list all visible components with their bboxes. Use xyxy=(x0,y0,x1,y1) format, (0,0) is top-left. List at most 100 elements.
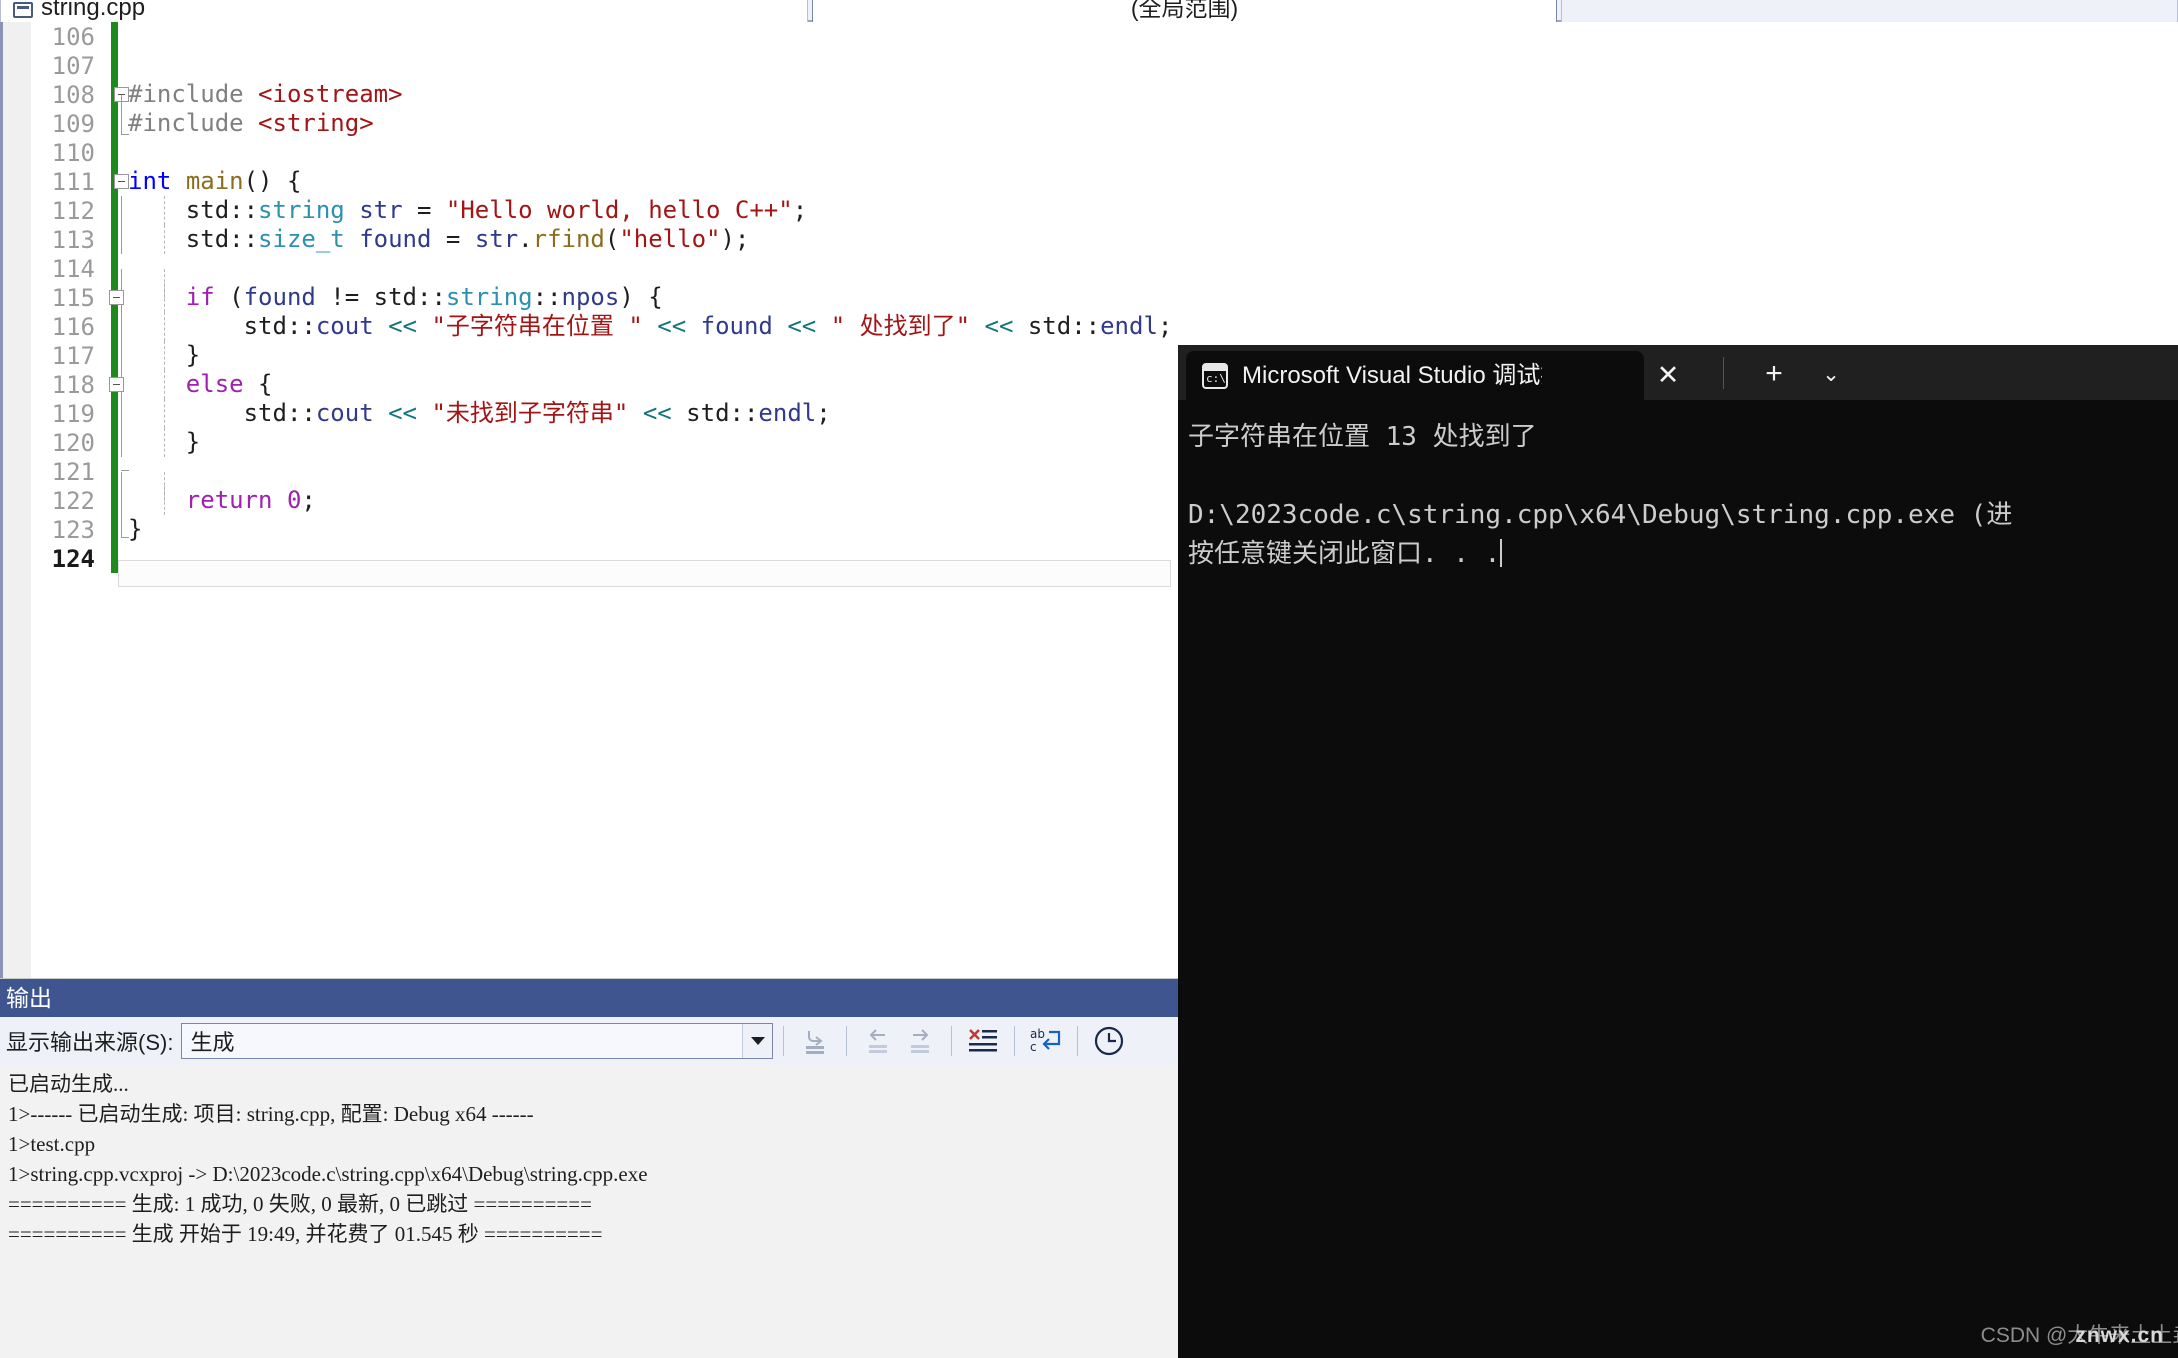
code-line[interactable]: 118 else { xyxy=(31,370,1178,399)
code-line[interactable]: 122 return 0; xyxy=(31,486,1178,515)
document-tab-string-cpp[interactable]: string.cpp xyxy=(0,0,808,22)
clear-all-icon[interactable] xyxy=(962,1022,1004,1060)
console-line: D:\2023code.c\string.cpp\x64\Debug\strin… xyxy=(1188,500,2013,530)
code-line[interactable]: 113 std::size_t found = str.rfind("hello… xyxy=(31,225,1178,254)
toggle-word-wrap-icon[interactable]: ab c xyxy=(1025,1022,1067,1060)
document-tab-label: string.cpp xyxy=(41,0,146,21)
toolbar-separator xyxy=(1077,1026,1079,1056)
code-line[interactable]: 119 std::cout << "未找到子字符串" << std::endl; xyxy=(31,399,1178,428)
toolbar-separator xyxy=(846,1026,848,1056)
code-line[interactable]: 107 xyxy=(31,51,1178,80)
chevron-down-icon[interactable] xyxy=(742,1024,773,1058)
change-bar xyxy=(111,196,118,225)
indent-guide xyxy=(164,225,165,254)
indent-guide xyxy=(164,428,165,457)
toolbar-separator xyxy=(951,1026,953,1056)
code-text: } xyxy=(118,428,1178,457)
code-line[interactable]: 115 if (found != std::string::npos) { xyxy=(31,283,1178,312)
console-tab[interactable]: Microsoft Visual Studio 调试控 xyxy=(1186,351,1644,400)
debug-console-window[interactable]: Microsoft Visual Studio 调试控 ✕ + ⌄ 子字符串在位… xyxy=(1178,345,2178,1358)
change-bar xyxy=(111,544,118,573)
code-text: else { xyxy=(109,370,1178,399)
code-line[interactable]: 110 xyxy=(31,138,1178,167)
output-pane-toolbar: 显示输出来源(S): 生成 ab c xyxy=(0,1017,1178,1065)
region-guide-line xyxy=(121,196,122,225)
chevron-down-icon[interactable]: ⌄ xyxy=(1810,355,1852,393)
output-line: 1>string.cpp.vcxproj -> D:\2023code.c\st… xyxy=(8,1162,648,1186)
change-bar xyxy=(111,486,118,515)
code-line[interactable]: 121 xyxy=(31,457,1178,501)
code-line[interactable]: 114 xyxy=(31,254,1178,298)
code-line[interactable]: 112 std::string str = "Hello world, hell… xyxy=(31,196,1178,225)
watermark-secondary: znwx.cn xyxy=(2075,1324,2164,1347)
close-icon[interactable]: ✕ xyxy=(1650,358,1686,392)
code-text: #include <string> xyxy=(118,95,1178,138)
region-guide-mark xyxy=(121,469,129,471)
code-text: std::cout << "子字符串在位置 " << found << " 处找… xyxy=(118,312,1178,341)
code-text: std::size_t found = str.rfind("hello"); xyxy=(118,225,1178,254)
change-bar xyxy=(111,109,118,138)
toolbar-separator xyxy=(783,1026,785,1056)
code-text: std::cout << "未找到子字符串" << std::endl; xyxy=(118,399,1178,428)
code-line[interactable]: 117 } xyxy=(31,341,1178,370)
show-timestamps-icon[interactable] xyxy=(1088,1022,1130,1060)
region-guide-line xyxy=(121,95,122,135)
change-bar xyxy=(111,428,118,457)
region-guide-line xyxy=(121,515,122,537)
region-guide-end xyxy=(121,537,129,538)
line-number: 113 xyxy=(51,225,95,254)
navigate-forward-icon[interactable] xyxy=(899,1022,941,1060)
code-line[interactable]: 108 #include <iostream> xyxy=(31,80,1178,109)
editor-gutter xyxy=(3,22,31,978)
output-source-dropdown[interactable]: 生成 xyxy=(181,1023,774,1059)
region-guide-end xyxy=(121,134,129,135)
region-guide-line xyxy=(121,399,122,428)
current-line-highlight xyxy=(118,559,1171,587)
console-tab-title: Microsoft Visual Studio 调试控 xyxy=(1242,361,1542,389)
output-pane-header[interactable]: 输出 xyxy=(0,979,1178,1017)
change-bar xyxy=(111,225,118,254)
change-bar xyxy=(111,138,118,167)
scope-selector-label: (全局范围) xyxy=(1130,0,1239,21)
code-line[interactable]: 106 xyxy=(31,22,1178,51)
tab-strip-filler xyxy=(1561,0,2178,22)
code-text: return 0; xyxy=(118,486,1178,515)
code-line[interactable]: 111 int main() { xyxy=(31,167,1178,196)
new-tab-icon[interactable]: + xyxy=(1753,355,1795,393)
editor-tab-strip: string.cpp (全局范围) xyxy=(0,0,2178,22)
console-line-with-cursor: 按任意键关闭此窗口. . . xyxy=(1188,535,2178,574)
editor-code-area[interactable]: 106 107 108 #include <iostream> 109 #inc… xyxy=(31,22,1178,978)
code-text: } xyxy=(118,341,1178,370)
line-number: 116 xyxy=(51,312,95,341)
line-number: 106 xyxy=(51,22,95,51)
code-line-current[interactable]: 124 xyxy=(31,544,1178,587)
toolbar-separator xyxy=(1014,1026,1016,1056)
change-bar xyxy=(111,51,118,80)
jump-to-source-icon[interactable] xyxy=(794,1022,836,1060)
collapse-region-toggle[interactable] xyxy=(109,290,124,305)
collapse-region-toggle[interactable] xyxy=(109,377,124,392)
code-editor[interactable]: 106 107 108 #include <iostream> 109 #inc… xyxy=(0,22,1178,978)
region-guide-line xyxy=(121,428,122,457)
output-line: ========== 生成: 1 成功, 0 失败, 0 最新, 0 已跳过 =… xyxy=(8,1192,592,1216)
code-line[interactable]: 116 std::cout << "子字符串在位置 " << found << … xyxy=(31,312,1178,341)
code-text: if (found != std::string::npos) { xyxy=(109,283,1178,312)
code-line[interactable]: 109 #include <string> xyxy=(31,95,1178,138)
line-number: 109 xyxy=(51,109,95,138)
svg-text:c: c xyxy=(1030,1040,1037,1054)
region-guide-line xyxy=(121,341,122,370)
output-line: 1>------ 已启动生成: 项目: string.cpp, 配置: Debu… xyxy=(8,1102,534,1126)
indent-guide xyxy=(164,399,165,428)
code-line[interactable]: 123 } xyxy=(31,515,1178,544)
output-pane-body[interactable]: 已启动生成... 1>------ 已启动生成: 项目: string.cpp,… xyxy=(0,1065,1178,1358)
change-bar xyxy=(111,341,118,370)
console-title-bar[interactable]: Microsoft Visual Studio 调试控 ✕ + ⌄ xyxy=(1178,345,2178,400)
console-output-area[interactable]: 子字符串在位置 13 处找到了 D:\2023code.c\string.cpp… xyxy=(1178,400,2178,1358)
collapse-region-toggle[interactable] xyxy=(114,174,129,189)
indent-guide xyxy=(164,370,165,399)
code-line[interactable]: 120 } xyxy=(31,428,1178,457)
line-number: 112 xyxy=(51,196,95,225)
navigate-back-icon[interactable] xyxy=(857,1022,899,1060)
line-number: 108 xyxy=(51,80,95,109)
scope-selector[interactable]: (全局范围) xyxy=(812,0,1557,22)
